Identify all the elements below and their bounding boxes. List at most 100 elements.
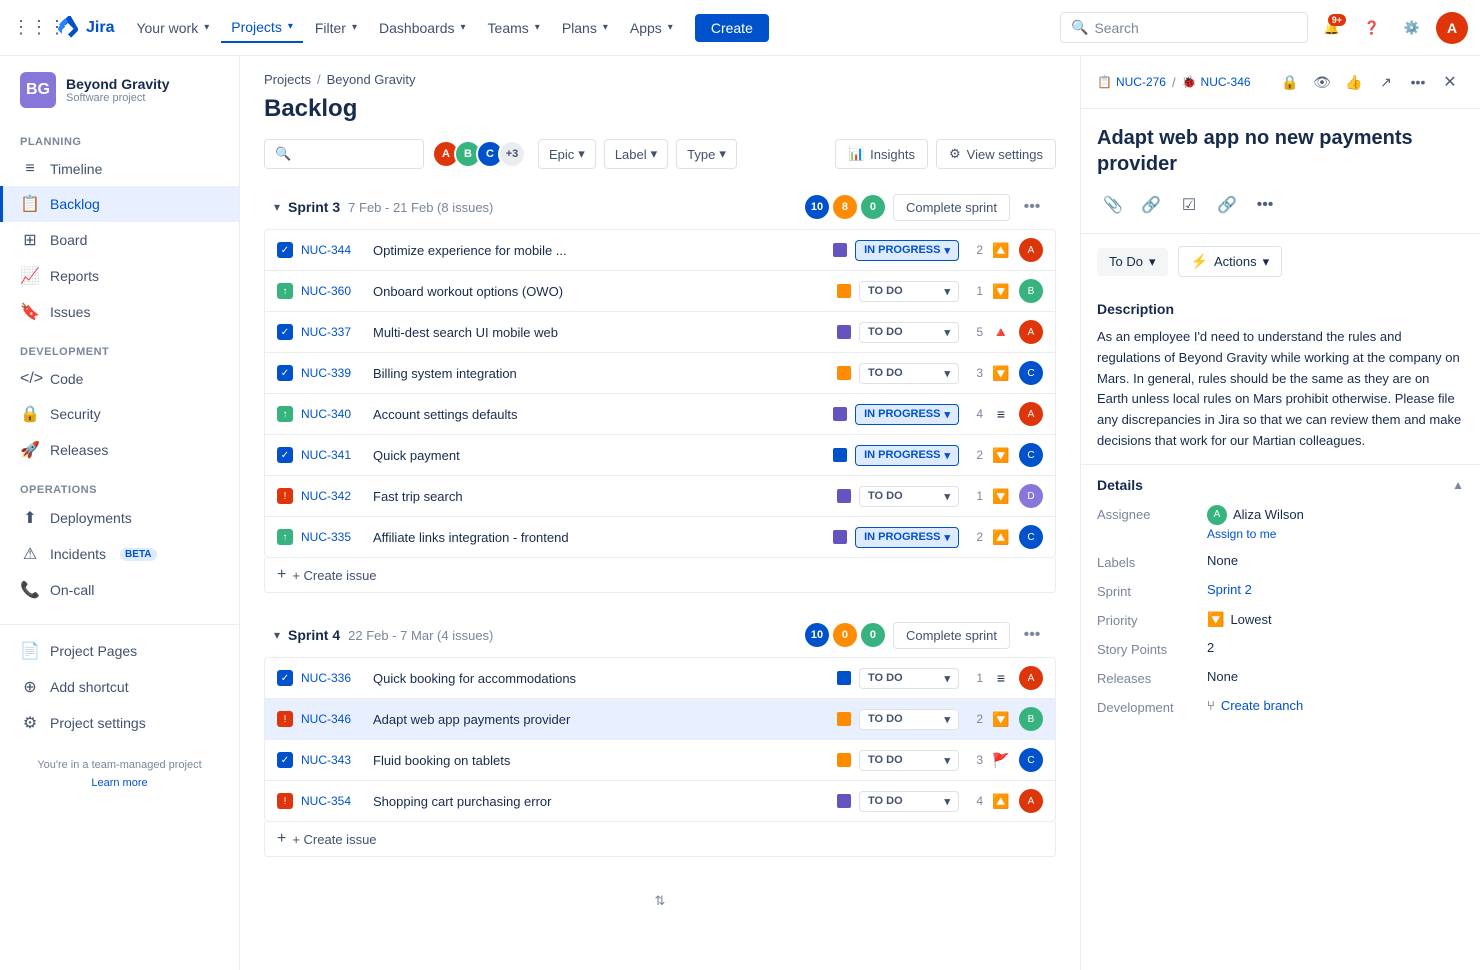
table-row[interactable]: ✓ NUC-339 Billing system integration TO … xyxy=(265,353,1055,394)
panel-more-tools-btn[interactable]: ••• xyxy=(1249,189,1281,221)
issue-status[interactable]: TO DO ▾ xyxy=(859,709,959,730)
sidebar-item-reports[interactable]: 📈 Reports xyxy=(0,258,239,294)
sidebar-item-project-pages[interactable]: 📄 Project Pages xyxy=(0,633,239,669)
sidebar-item-backlog[interactable]: 📋 Backlog xyxy=(0,186,239,222)
sprint4-complete-button[interactable]: Complete sprint xyxy=(893,622,1010,649)
type-filter[interactable]: Type ▾ xyxy=(676,139,737,169)
table-row[interactable]: ! NUC-354 Shopping cart purchasing error… xyxy=(265,781,1055,821)
sidebar-learn-more[interactable]: Learn more xyxy=(20,775,219,793)
status-dropdown[interactable]: To Do ▾ xyxy=(1097,248,1168,276)
your-work-nav[interactable]: Your work ▾ xyxy=(126,14,219,42)
table-row[interactable]: ✓ NUC-341 Quick payment IN PROGRESS ▾ 2 … xyxy=(265,435,1055,476)
teams-nav[interactable]: Teams ▾ xyxy=(478,14,550,42)
search-filter-input[interactable] xyxy=(297,147,413,162)
issue-key[interactable]: NUC-341 xyxy=(301,448,365,462)
sidebar-item-security[interactable]: 🔒 Security xyxy=(0,396,239,432)
resize-handle[interactable]: ⇅ xyxy=(264,877,1056,925)
issue-key[interactable]: NUC-342 xyxy=(301,489,365,503)
issue-key[interactable]: NUC-354 xyxy=(301,794,365,808)
panel-child-btn[interactable]: 🔗 xyxy=(1135,189,1167,221)
sprint3-header[interactable]: ▾ Sprint 3 7 Feb - 21 Feb (8 issues) 10 … xyxy=(264,185,1056,229)
breadcrumb-projects[interactable]: Projects xyxy=(264,72,311,87)
settings-button[interactable]: ⚙️ xyxy=(1396,12,1428,44)
projects-nav[interactable]: Projects ▾ xyxy=(221,13,303,43)
jira-logo[interactable]: Jira xyxy=(56,16,114,40)
issue-status[interactable]: TO DO ▾ xyxy=(859,281,959,302)
sidebar-item-project-settings[interactable]: ⚙ Project settings xyxy=(0,705,239,741)
panel-bc-parent[interactable]: 📋 NUC-276 xyxy=(1097,75,1166,89)
dashboards-nav[interactable]: Dashboards ▾ xyxy=(369,14,476,42)
sprint3-menu[interactable]: ••• xyxy=(1018,193,1046,221)
sidebar-item-releases[interactable]: 🚀 Releases xyxy=(0,432,239,468)
issue-status[interactable]: TO DO ▾ xyxy=(859,750,959,771)
panel-close-btn[interactable]: ✕ xyxy=(1436,68,1464,96)
sprint3-create-issue[interactable]: + + Create issue xyxy=(264,558,1056,593)
issue-key[interactable]: NUC-340 xyxy=(301,407,365,421)
sidebar-item-oncall[interactable]: 📞 On-call xyxy=(0,572,239,608)
table-row[interactable]: ✓ NUC-344 Optimize experience for mobile… xyxy=(265,230,1055,271)
notifications-button[interactable]: 🔔 9+ xyxy=(1316,12,1348,44)
table-row[interactable]: ✓ NUC-343 Fluid booking on tablets TO DO… xyxy=(265,740,1055,781)
issue-key[interactable]: NUC-337 xyxy=(301,325,365,339)
issue-status[interactable]: IN PROGRESS ▾ xyxy=(855,240,959,261)
user-avatar[interactable]: A xyxy=(1436,12,1468,44)
panel-checklist-btn[interactable]: ☑ xyxy=(1173,189,1205,221)
issue-key[interactable]: NUC-335 xyxy=(301,530,365,544)
sidebar-item-timeline[interactable]: ≡ Timeline xyxy=(0,152,239,186)
issue-status[interactable]: TO DO ▾ xyxy=(859,668,959,689)
epic-filter[interactable]: Epic ▾ xyxy=(538,139,596,169)
table-row[interactable]: ↑ NUC-340 Account settings defaults IN P… xyxy=(265,394,1055,435)
sidebar-item-deployments[interactable]: ⬆ Deployments xyxy=(0,500,239,536)
sprint-link[interactable]: Sprint 2 xyxy=(1207,582,1252,597)
insights-button[interactable]: 📊 Insights xyxy=(835,139,928,169)
issue-status[interactable]: TO DO ▾ xyxy=(859,363,959,384)
issue-status[interactable]: TO DO ▾ xyxy=(859,322,959,343)
issue-key[interactable]: NUC-339 xyxy=(301,366,365,380)
issue-key[interactable]: NUC-360 xyxy=(301,284,365,298)
panel-bc-child[interactable]: 🐞 NUC-346 xyxy=(1182,75,1251,89)
sidebar-item-code[interactable]: </> Code xyxy=(0,362,239,396)
view-settings-button[interactable]: ⚙ View settings xyxy=(936,139,1056,169)
table-row[interactable]: ↑ NUC-335 Affiliate links integration - … xyxy=(265,517,1055,557)
issue-key[interactable]: NUC-346 xyxy=(301,712,365,726)
label-filter[interactable]: Label ▾ xyxy=(604,139,668,169)
table-row[interactable]: ↑ NUC-360 Onboard workout options (OWO) … xyxy=(265,271,1055,312)
filter-nav[interactable]: Filter ▾ xyxy=(305,14,367,42)
panel-link-btn[interactable]: 🔗 xyxy=(1211,189,1243,221)
issue-key[interactable]: NUC-336 xyxy=(301,671,365,685)
apps-nav[interactable]: Apps ▾ xyxy=(620,14,683,42)
issue-status[interactable]: IN PROGRESS ▾ xyxy=(855,527,959,548)
issue-status[interactable]: TO DO ▾ xyxy=(859,486,959,507)
table-row[interactable]: ✓ NUC-337 Multi-dest search UI mobile we… xyxy=(265,312,1055,353)
create-branch-link[interactable]: Create branch xyxy=(1221,698,1303,713)
issue-key[interactable]: NUC-344 xyxy=(301,243,365,257)
issue-status[interactable]: TO DO ▾ xyxy=(859,791,959,812)
issue-status[interactable]: IN PROGRESS ▾ xyxy=(855,404,959,425)
sprint4-menu[interactable]: ••• xyxy=(1018,621,1046,649)
panel-attach-btn[interactable]: 📎 xyxy=(1097,189,1129,221)
actions-dropdown[interactable]: ⚡ Actions ▾ xyxy=(1178,246,1283,277)
search-filter[interactable]: 🔍 xyxy=(264,139,424,169)
issue-key[interactable]: NUC-343 xyxy=(301,753,365,767)
apps-grid-button[interactable]: ⋮⋮⋮ xyxy=(12,12,44,44)
avatar-count[interactable]: +3 xyxy=(498,140,526,168)
table-row[interactable]: ! NUC-346 Adapt web app payments provide… xyxy=(265,699,1055,740)
help-button[interactable]: ❓ xyxy=(1356,12,1388,44)
sprint3-complete-button[interactable]: Complete sprint xyxy=(893,194,1010,221)
table-row[interactable]: ✓ NUC-336 Quick booking for accommodatio… xyxy=(265,658,1055,699)
issue-status[interactable]: IN PROGRESS ▾ xyxy=(855,445,959,466)
table-row[interactable]: ! NUC-342 Fast trip search TO DO ▾ 1 🔽 D xyxy=(265,476,1055,517)
plans-nav[interactable]: Plans ▾ xyxy=(552,14,618,42)
panel-like-btn[interactable]: 👍 xyxy=(1340,68,1368,96)
sidebar-item-incidents[interactable]: ⚠ Incidents BETA xyxy=(0,536,239,572)
search-box[interactable]: 🔍 Search xyxy=(1060,12,1308,43)
sprint4-header[interactable]: ▾ Sprint 4 22 Feb - 7 Mar (4 issues) 10 … xyxy=(264,613,1056,657)
panel-watch-btn[interactable]: 👁 xyxy=(1308,68,1336,96)
assign-to-me-link[interactable]: Assign to me xyxy=(1207,527,1304,541)
sprint4-create-issue[interactable]: + + Create issue xyxy=(264,822,1056,857)
create-button[interactable]: Create xyxy=(695,14,769,42)
sidebar-item-board[interactable]: ⊞ Board xyxy=(0,222,239,258)
breadcrumb-project[interactable]: Beyond Gravity xyxy=(327,72,416,87)
panel-lock-btn[interactable]: 🔒 xyxy=(1276,68,1304,96)
sidebar-item-issues[interactable]: 🔖 Issues xyxy=(0,294,239,330)
